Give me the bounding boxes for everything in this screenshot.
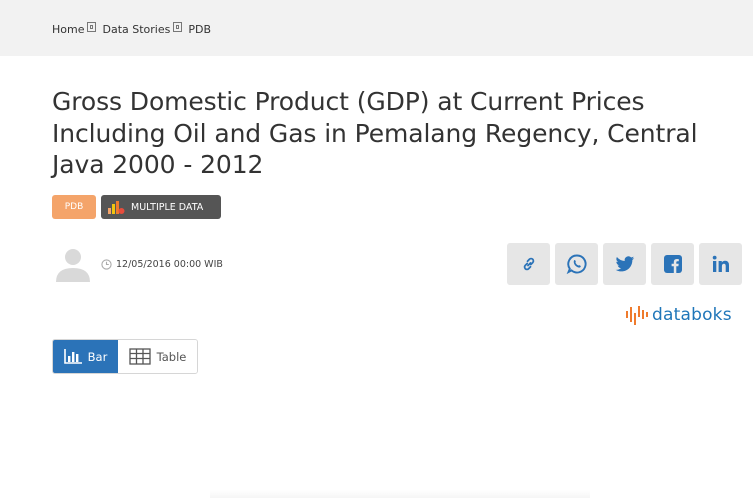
databoks-logo: databoks <box>625 302 732 328</box>
title-line: Including Oil and Gas in Pemalang Regenc… <box>52 118 698 148</box>
linkedin-share-button[interactable] <box>699 243 742 285</box>
whatsapp-icon <box>566 254 587 275</box>
facebook-share-button[interactable] <box>651 243 694 285</box>
table-view-label: Table <box>156 349 187 364</box>
linkedin-icon <box>712 255 729 272</box>
view-toggle: Bar Table <box>52 339 198 374</box>
databoks-logo-icon <box>626 306 648 325</box>
date-text: 12/05/2016 00:00 WIB <box>116 258 223 270</box>
clock-icon <box>101 258 112 270</box>
publish-date: 12/05/2016 00:00 WIB <box>101 257 223 271</box>
databoks-logo-text: databoks <box>652 305 732 325</box>
whatsapp-share-button[interactable] <box>555 243 598 285</box>
page-title: Gross Domestic Product (GDP) at Current … <box>52 86 752 181</box>
bar-view-button[interactable]: Bar <box>53 340 118 373</box>
breadcrumb: Home Data Stories PDB <box>52 21 211 37</box>
twitter-icon <box>615 255 634 271</box>
copy-link-button[interactable] <box>507 243 550 285</box>
breadcrumb-home[interactable]: Home <box>52 23 84 36</box>
title-line: Java 2000 - 2012 <box>52 150 264 179</box>
breadcrumb-separator-icon <box>87 22 97 32</box>
table-grid-icon <box>128 348 151 365</box>
top-bar: Home Data Stories PDB <box>0 0 753 56</box>
breadcrumb-separator-icon <box>173 22 183 32</box>
multiple-data-tag[interactable]: MULTIPLE DATA <box>101 195 221 219</box>
title-line: Gross Domestic Product (GDP) at Current … <box>52 87 645 116</box>
link-icon <box>523 257 534 271</box>
breadcrumb-pdb[interactable]: PDB <box>188 23 211 36</box>
facebook-icon <box>663 255 682 273</box>
bar-chart-icon <box>63 349 82 364</box>
author-avatar <box>53 244 93 284</box>
table-view-button[interactable]: Table <box>118 340 197 373</box>
multiple-data-label: MULTIPLE DATA <box>131 201 204 213</box>
category-tag[interactable]: PDB <box>52 195 96 219</box>
twitter-share-button[interactable] <box>603 243 646 285</box>
breadcrumb-data-stories[interactable]: Data Stories <box>102 23 170 36</box>
chart-bars-icon <box>108 201 125 214</box>
bar-view-label: Bar <box>87 349 108 364</box>
chart-area-edge <box>210 490 590 498</box>
